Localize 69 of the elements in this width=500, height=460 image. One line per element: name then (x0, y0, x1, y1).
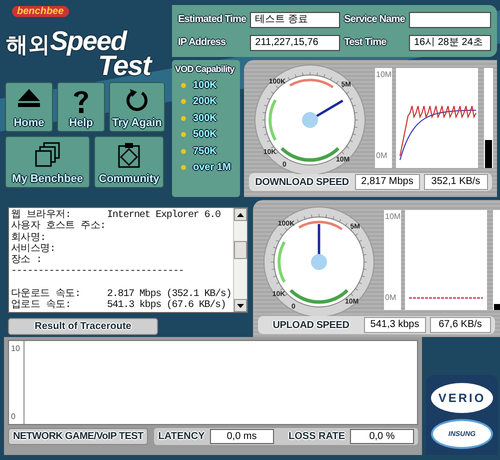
bullet-icon (181, 148, 186, 154)
field-label: 다운로드 속도: (11, 289, 82, 300)
field-label: 서비스명: (11, 244, 57, 255)
nav-button[interactable]: Try Again (109, 82, 165, 132)
bullet-icon (181, 165, 186, 170)
axis-label: 10M (385, 212, 401, 220)
circular-arrow-icon (125, 88, 149, 112)
nav-button[interactable]: My Benchbee (5, 136, 90, 188)
field-label: LATENCY (158, 431, 205, 442)
info-field: 16시 28분 24초 (408, 34, 491, 50)
speed-field: 541,3 kbps (364, 317, 426, 333)
clipboard-icon (117, 142, 141, 168)
scroll-up-button[interactable] (234, 208, 247, 221)
sponsor-logo: VERIO (431, 383, 493, 413)
stacked-pages-icon (34, 142, 60, 168)
speed-field: 352,1 KB/s (424, 174, 488, 190)
speed-label: UPLOAD SPEED (272, 320, 350, 330)
info-field: 테스트 종료 (250, 12, 340, 28)
dashed-line-text: -------------------------------- (11, 266, 184, 278)
bullet-icon (181, 116, 186, 120)
traceroute-button[interactable]: Result of Traceroute (8, 318, 158, 335)
network-test-button[interactable]: NETWORK GAME/VoIP TEST (8, 428, 148, 445)
vod-rate: 200K (193, 96, 217, 107)
app-title: 해외 (6, 31, 50, 59)
vod-rate: 500K (193, 129, 217, 140)
eject-icon (17, 88, 41, 108)
field-label: Service Name (344, 14, 405, 25)
field-label: 업로드 속도: (11, 300, 72, 312)
field-value: 541.3 kbps (67.6 KB/s) (107, 300, 226, 312)
bullet-icon (181, 132, 186, 137)
latency-field: 0,0 ms (210, 429, 274, 444)
nav-button[interactable]: Help (57, 82, 105, 132)
vod-rate: 100K (193, 80, 217, 90)
panel-title: VOD Capability (175, 64, 236, 74)
brand-logo: benchbee (12, 6, 69, 17)
field-label: Test Time (344, 37, 388, 48)
field-label: 사용자 호스트 주소: (11, 221, 107, 232)
down-arrow-icon (237, 304, 244, 308)
nav-button[interactable]: Home (5, 82, 53, 132)
vod-rate: 750K (193, 146, 217, 156)
up-arrow-icon (237, 212, 244, 216)
vod-rate: over 1M (193, 162, 231, 173)
speed-field: 2,817 Mbps (355, 174, 420, 190)
field-label: 회사명: (11, 232, 46, 244)
axis-label: 10 (11, 344, 20, 353)
gauge-hub (302, 112, 318, 128)
axis-label: 0 (11, 412, 16, 421)
field-value: 2.817 Mbps (352.1 KB/s) (107, 289, 232, 300)
loss-rate-field: 0,0 % (350, 429, 414, 444)
field-label: IP Address (178, 37, 227, 48)
help-icon (72, 88, 90, 114)
speed-field: 67,6 KB/s (430, 317, 491, 333)
axis-label: 10M (376, 70, 392, 79)
field-label: 웹 브라우저: (11, 210, 72, 221)
gauge-hub (311, 254, 327, 270)
field-label: Estimated Time (178, 14, 246, 25)
field-label: 장소 : (11, 255, 43, 266)
field-value: Internet Explorer 6.0 (107, 210, 220, 222)
scroll-thumb[interactable] (234, 241, 247, 259)
speed-label: DOWNLOAD SPEED (254, 176, 350, 188)
vod-rate: 300K (193, 112, 217, 124)
scroll-down-button[interactable] (234, 299, 247, 312)
axis-label: 0M (376, 151, 388, 160)
nav-button[interactable]: Community (94, 136, 164, 188)
bullet-icon (181, 82, 186, 88)
field-label: LOSS RATE (288, 431, 345, 442)
info-field: 211,227,15,76 (250, 34, 340, 50)
bullet-icon (181, 99, 186, 104)
axis-label: 0M (385, 292, 396, 302)
